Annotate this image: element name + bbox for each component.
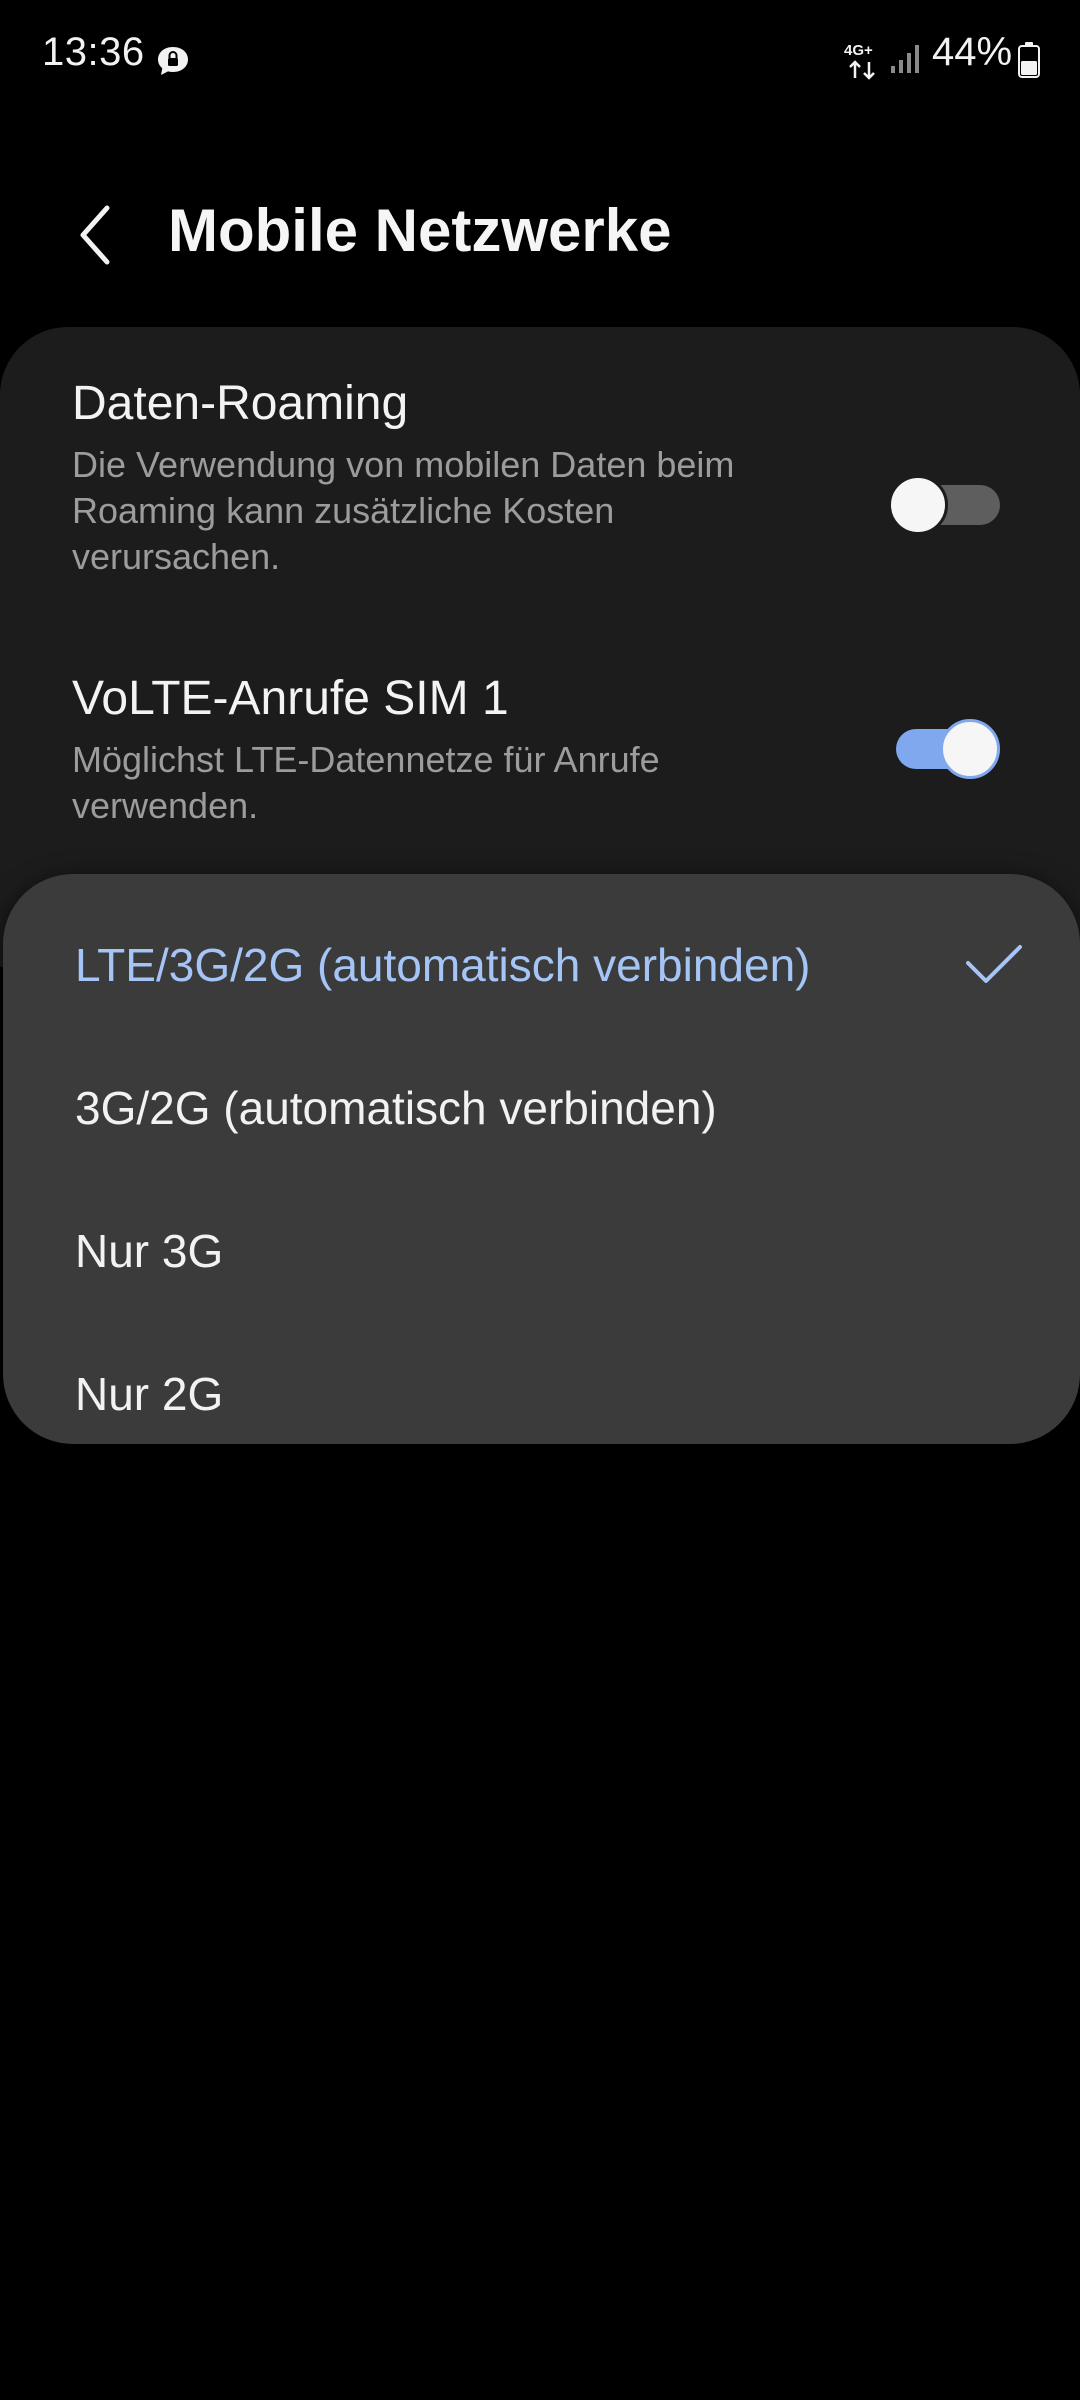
signal-icon <box>891 45 919 73</box>
network-4g-icon: 4G+ <box>844 42 875 80</box>
data-roaming-toggle[interactable] <box>888 475 1000 535</box>
data-roaming-description: Die Verwendung von mobilen Daten beim Ro… <box>72 444 735 577</box>
status-time: 13:36 <box>42 30 145 74</box>
option-3g-2g[interactable]: 3G/2G (automatisch verbinden) <box>3 1036 1080 1179</box>
page-title: Mobile Netzwerke <box>168 197 672 264</box>
battery-percent: 44% <box>932 30 1013 74</box>
chevron-left-icon <box>80 205 110 265</box>
screen: 13:36 4G+ 44% Mobile Netzwerke Daten-Roa… <box>0 0 1080 2400</box>
volte-setting[interactable]: VoLTE-Anrufe SIM 1 Möglichst LTE-Datenne… <box>72 669 772 829</box>
option-3g-only[interactable]: Nur 3G <box>3 1179 1080 1322</box>
volte-title: VoLTE-Anrufe SIM 1 <box>72 672 509 725</box>
status-bar: 13:36 4G+ 44% <box>0 0 1080 120</box>
toggle-thumb <box>940 719 1000 779</box>
message-icon <box>158 47 188 75</box>
option-label: 3G/2G (automatisch verbinden) <box>75 1081 717 1134</box>
option-2g-only[interactable]: Nur 2G <box>3 1322 1080 1465</box>
option-label: LTE/3G/2G (automatisch verbinden) <box>75 938 811 991</box>
settings-card: Daten-Roaming Die Verwendung von mobilen… <box>0 327 1080 967</box>
data-roaming-title: Daten-Roaming <box>72 377 409 430</box>
data-roaming-setting[interactable]: Daten-Roaming Die Verwendung von mobilen… <box>72 374 772 580</box>
option-label: Nur 2G <box>75 1367 224 1420</box>
network-mode-popup: LTE/3G/2G (automatisch verbinden) 3G/2G … <box>3 874 1080 1444</box>
battery-icon <box>1018 42 1040 78</box>
back-button[interactable] <box>60 195 130 275</box>
toggle-thumb <box>888 475 948 535</box>
option-label: Nur 3G <box>75 1224 224 1277</box>
check-icon <box>966 944 1022 983</box>
volte-description: Möglichst LTE-Datennetze für Anrufe verw… <box>72 739 660 826</box>
network-type-text: 4G+ <box>844 42 873 59</box>
option-lte-3g-2g[interactable]: LTE/3G/2G (automatisch verbinden) <box>3 893 1080 1036</box>
volte-toggle[interactable] <box>888 719 1000 779</box>
